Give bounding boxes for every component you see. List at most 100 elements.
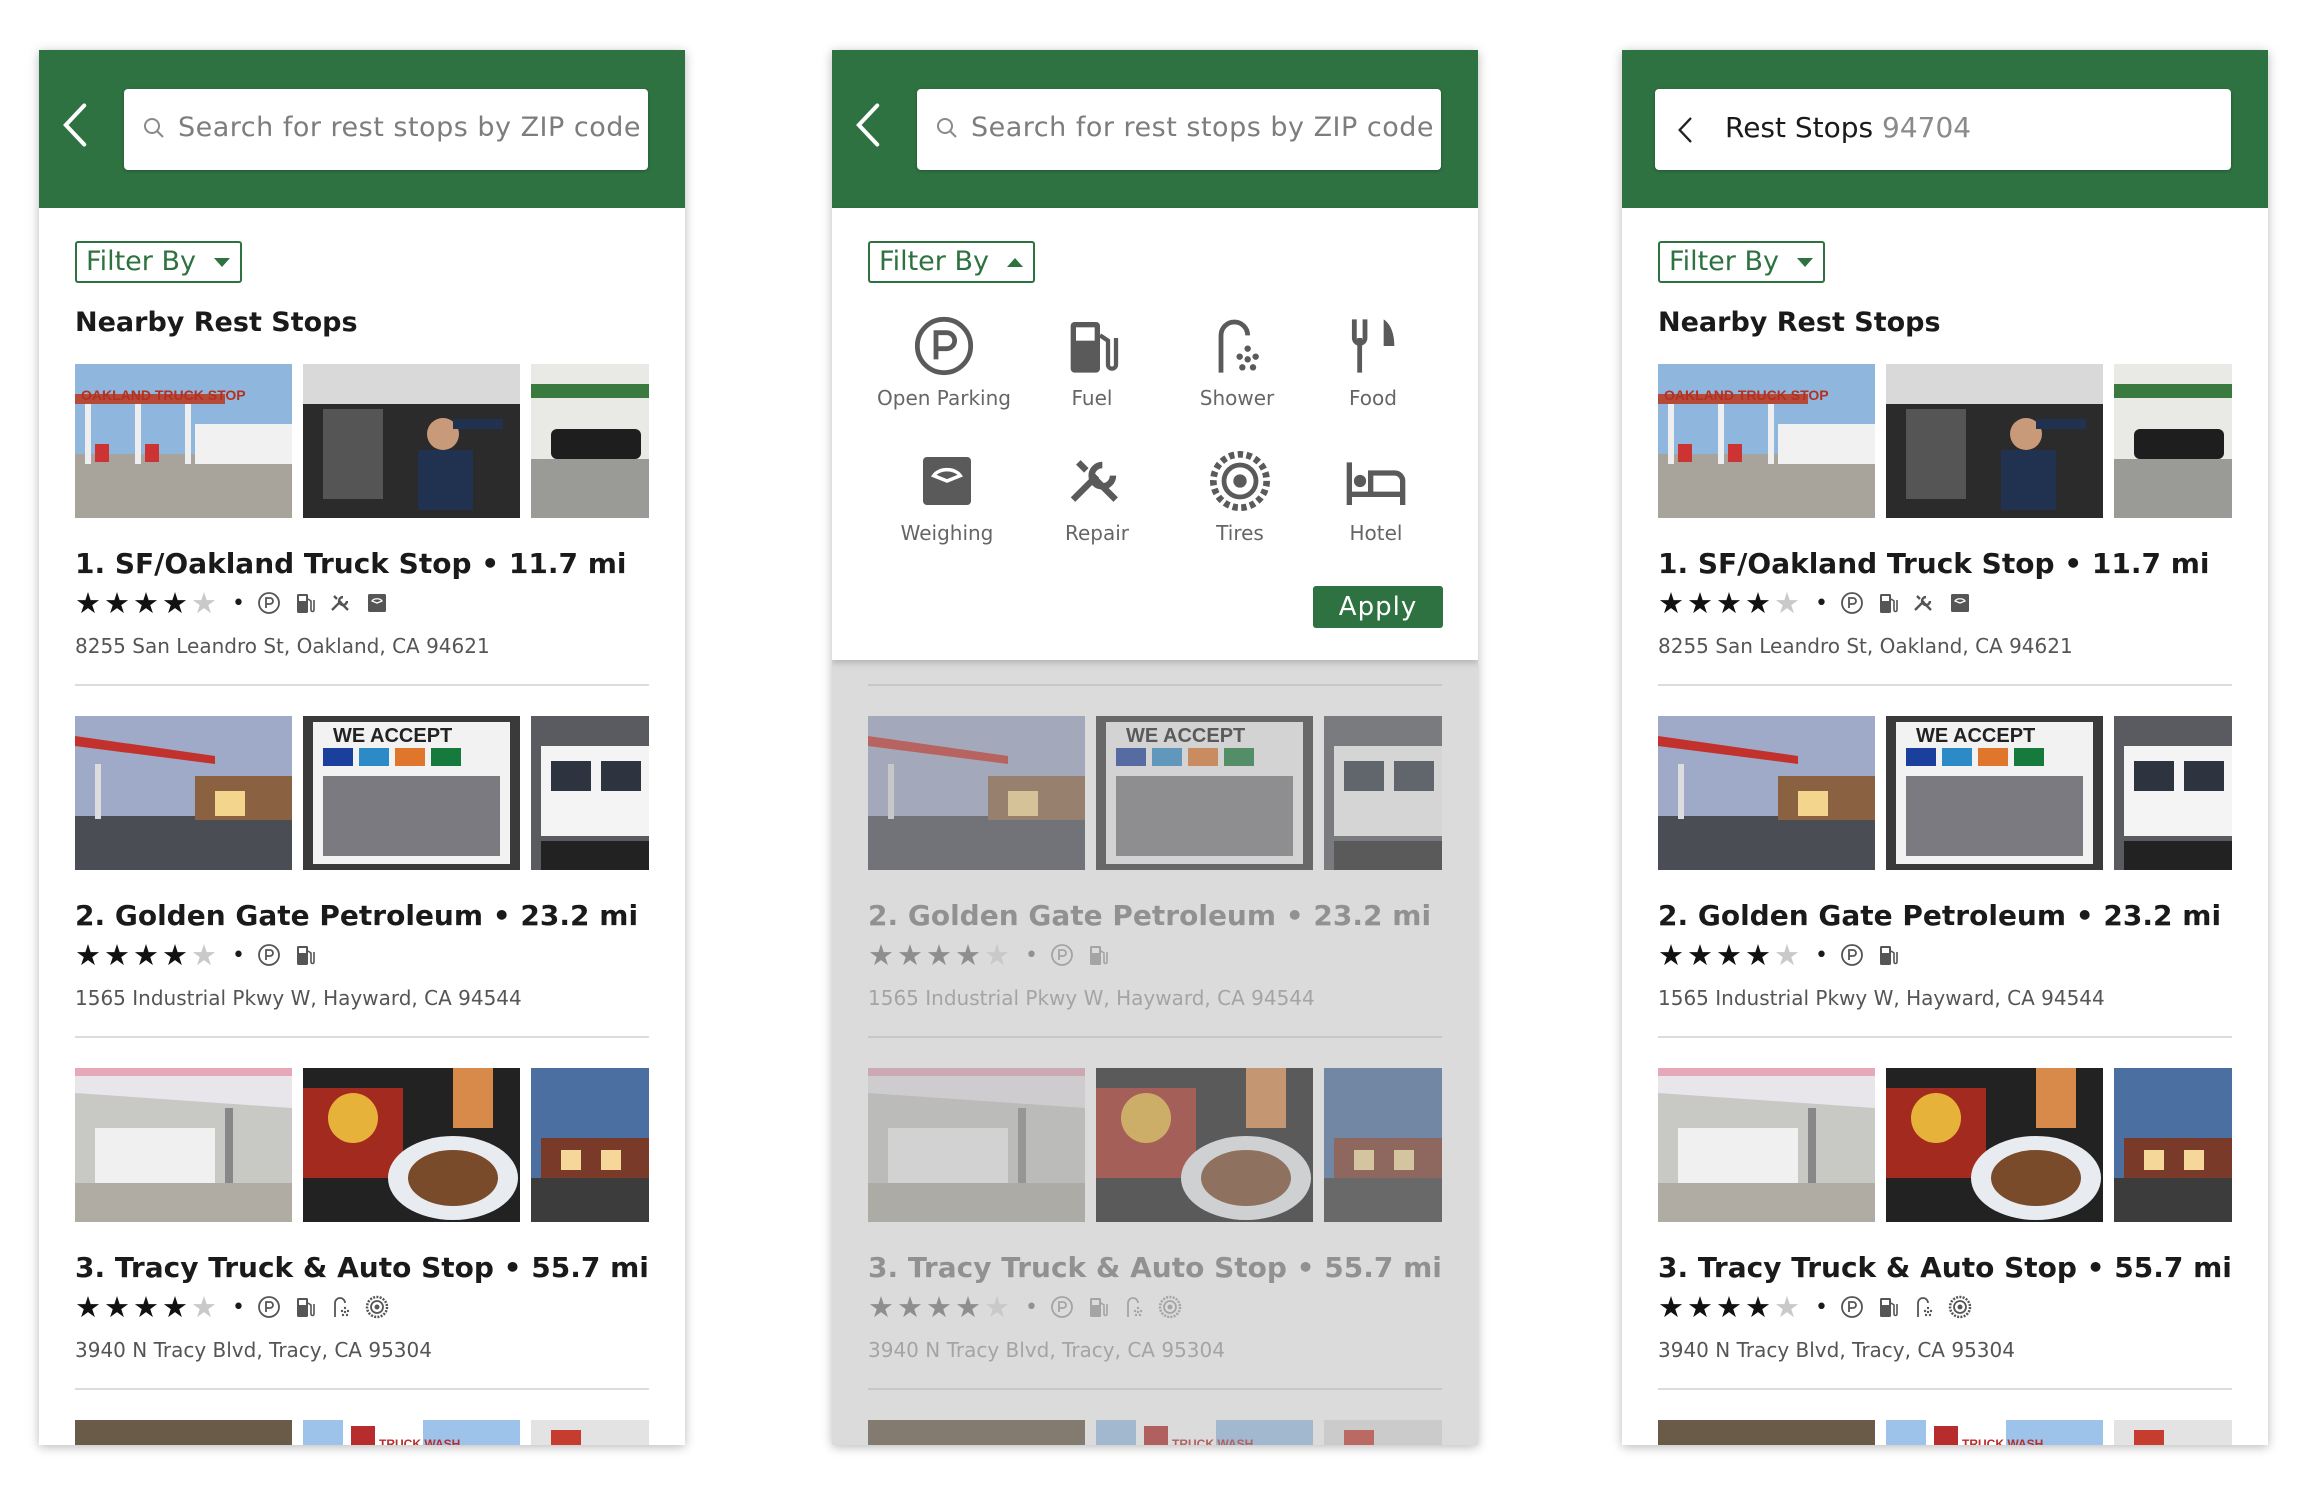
parking-icon xyxy=(1840,591,1864,615)
filter-option-fuel[interactable]: Fuel xyxy=(1017,308,1167,410)
filter-option-label: Fuel xyxy=(1071,386,1113,410)
stop-name: 2. Golden Gate Petroleum • 23.2 mi xyxy=(1658,899,2222,932)
photo-strip: TRUCK WASH xyxy=(1658,1420,2232,1445)
fuel-icon xyxy=(1060,314,1124,378)
divider xyxy=(1658,684,2232,686)
truck-photo xyxy=(531,716,649,870)
filter-option-hotel[interactable]: Hotel xyxy=(1301,443,1451,545)
screen-filter-open: Search for rest stops by ZIP code Filter… xyxy=(832,50,1478,1445)
photo-sign-text: OAKLAND TRUCK STOP xyxy=(1664,387,1829,403)
tires-icon xyxy=(1948,1295,1972,1319)
filter-panel: Filter By Open Parking Fuel Shower Food … xyxy=(832,208,1478,660)
screen-zip-results: Rest Stops 94704 Filter By Nearby Rest S… xyxy=(1622,50,2268,1445)
search-input[interactable]: Rest Stops 94704 xyxy=(1655,89,2231,170)
filter-option-shower[interactable]: Shower xyxy=(1162,308,1312,410)
mechanic-photo xyxy=(303,364,520,518)
hotel-icon xyxy=(1331,449,1421,513)
search-query-label: Rest Stops xyxy=(1725,111,1874,144)
stop-meta: ★★★★★ • xyxy=(75,1290,395,1324)
fuel-icon xyxy=(293,943,317,967)
station-photo xyxy=(75,1068,292,1222)
star-rating: ★★★★★ xyxy=(75,938,220,972)
section-title: Nearby Rest Stops xyxy=(1658,307,1941,338)
stop-name: 3. Tracy Truck & Auto Stop • 55.7 mi xyxy=(75,1251,649,1284)
photo-sign-text: TRUCK WASH xyxy=(1962,1437,2043,1445)
filter-option-label: Shower xyxy=(1199,386,1275,410)
truckwash-photo: TRUCK WASH xyxy=(303,1420,520,1445)
filter-label: Filter By xyxy=(86,246,196,277)
scale-photo xyxy=(2114,364,2232,518)
filter-by-button[interactable]: Filter By xyxy=(1658,241,1825,283)
screen-list: Search for rest stops by ZIP code Filter… xyxy=(39,50,685,1445)
station-photo xyxy=(2114,1420,2232,1445)
weighing-icon xyxy=(915,449,979,513)
fuel-icon xyxy=(293,1295,317,1319)
search-icon xyxy=(142,116,166,140)
photo-sign-text: TRUCK WASH xyxy=(379,1437,460,1445)
stop-address: 8255 San Leandro St, Oakland, CA 94621 xyxy=(1658,634,2073,658)
app-header: Rest Stops 94704 xyxy=(1622,50,2268,208)
filter-option-weighing[interactable]: Weighing xyxy=(872,443,1022,545)
search-query-zip: 94704 xyxy=(1882,111,1972,144)
back-button[interactable] xyxy=(854,102,902,158)
stop-meta: ★★★★★ • xyxy=(1658,938,1906,972)
back-arrow-icon[interactable] xyxy=(1677,116,1693,144)
weighing-icon xyxy=(1948,591,1972,615)
back-arrow-icon xyxy=(61,102,89,148)
stop-meta: ★★★★★ • xyxy=(75,586,395,620)
cards-photo: WE ACCEPT xyxy=(303,716,520,870)
section-title: Nearby Rest Stops xyxy=(75,307,358,338)
station-photo: OAKLAND TRUCK STOP xyxy=(75,364,292,518)
filter-option-open-parking[interactable]: Open Parking xyxy=(869,308,1019,410)
filter-by-button[interactable]: Filter By xyxy=(75,241,242,283)
station-photo xyxy=(1658,1420,1875,1445)
stop-name: 2. Golden Gate Petroleum • 23.2 mi xyxy=(75,899,639,932)
weighing-icon xyxy=(365,591,389,615)
search-input[interactable]: Search for rest stops by ZIP code xyxy=(124,89,648,170)
night-photo xyxy=(2114,1068,2232,1222)
tires-icon xyxy=(1208,449,1272,513)
cards-photo: WE ACCEPT xyxy=(1886,716,2103,870)
search-placeholder: Search for rest stops by ZIP code xyxy=(178,112,642,143)
chevron-up-icon xyxy=(1006,258,1023,267)
parking-icon xyxy=(257,1295,281,1319)
photo-sign-text: OAKLAND TRUCK STOP xyxy=(81,387,246,403)
photo-strip: WE ACCEPT xyxy=(1658,716,2232,870)
filter-option-label: Repair xyxy=(1064,521,1130,545)
parking-icon xyxy=(1840,1295,1864,1319)
repair-icon xyxy=(1912,591,1936,615)
back-arrow-icon xyxy=(854,102,882,148)
apply-button[interactable]: Apply xyxy=(1313,586,1443,628)
filter-option-repair[interactable]: Repair xyxy=(1022,443,1172,545)
filter-option-label: Tires xyxy=(1216,521,1264,545)
night-photo xyxy=(531,1068,649,1222)
parking-icon xyxy=(1840,943,1864,967)
station-photo xyxy=(75,1420,292,1445)
photo-sign-text: WE ACCEPT xyxy=(1916,725,2035,747)
star-rating: ★★★★★ xyxy=(1658,938,1803,972)
photo-strip: WE ACCEPT xyxy=(75,716,649,870)
star-rating: ★★★★★ xyxy=(1658,1290,1803,1324)
chevron-down-icon xyxy=(213,258,230,267)
scale-photo xyxy=(531,364,649,518)
filter-option-tires[interactable]: Tires xyxy=(1165,443,1315,545)
stop-meta: ★★★★★ • xyxy=(1658,586,1978,620)
parking-icon xyxy=(257,591,281,615)
filter-by-button[interactable]: Filter By xyxy=(868,241,1035,283)
stop-name: 1. SF/Oakland Truck Stop • 11.7 mi xyxy=(75,547,627,580)
station-photo xyxy=(1658,716,1875,870)
search-placeholder: Search for rest stops by ZIP code xyxy=(971,112,1435,143)
photo-strip: OAKLAND TRUCK STOP xyxy=(1658,364,2232,518)
food-icon xyxy=(1341,314,1405,378)
parking-icon xyxy=(257,943,281,967)
search-query: Rest Stops 94704 xyxy=(1725,111,1971,144)
app-header: Search for rest stops by ZIP code xyxy=(832,50,1478,208)
filter-option-food[interactable]: Food xyxy=(1298,308,1448,410)
fuel-icon xyxy=(1876,591,1900,615)
food-photo xyxy=(1886,1068,2103,1222)
shower-icon xyxy=(1205,314,1269,378)
back-button[interactable] xyxy=(61,102,109,158)
search-input[interactable]: Search for rest stops by ZIP code xyxy=(917,89,1441,170)
filter-option-label: Weighing xyxy=(900,521,994,545)
app-header: Search for rest stops by ZIP code xyxy=(39,50,685,208)
